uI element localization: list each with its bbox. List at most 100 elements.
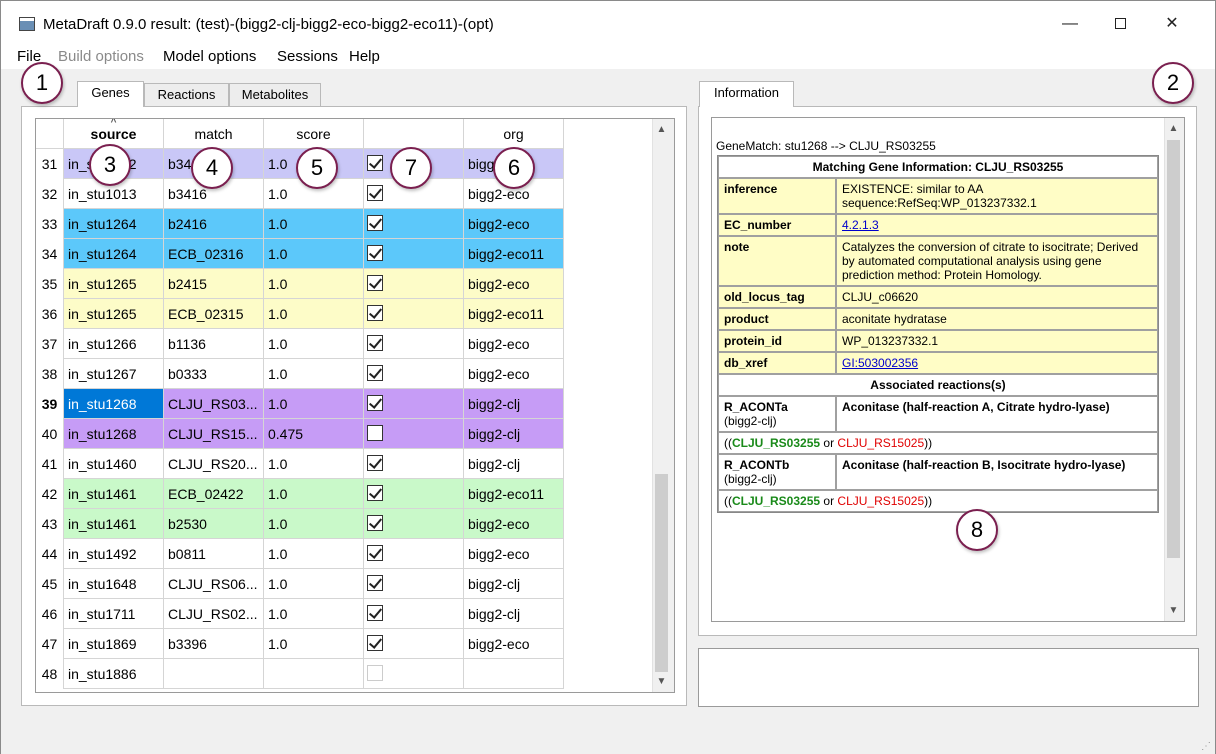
- cell-score[interactable]: 1.0: [264, 329, 364, 359]
- tab-information[interactable]: Information: [699, 81, 794, 107]
- cell-source[interactable]: in_stu1711: [64, 599, 164, 629]
- row-number[interactable]: 35: [36, 269, 64, 299]
- select-checkbox[interactable]: [367, 275, 383, 291]
- cell-source[interactable]: in_stu1886: [64, 659, 164, 689]
- cell-score[interactable]: [264, 659, 364, 689]
- cell-org[interactable]: bigg2-clj: [464, 389, 564, 419]
- row-number[interactable]: 46: [36, 599, 64, 629]
- select-cell[interactable]: [364, 629, 464, 659]
- select-checkbox[interactable]: [367, 185, 383, 201]
- cell-org[interactable]: bigg2-eco: [464, 509, 564, 539]
- row-number[interactable]: 36: [36, 299, 64, 329]
- cell-score[interactable]: 1.0: [264, 449, 364, 479]
- select-checkbox[interactable]: [367, 485, 383, 501]
- select-checkbox[interactable]: [367, 335, 383, 351]
- cell-org[interactable]: bigg2-eco: [464, 359, 564, 389]
- cell-match[interactable]: b2416: [164, 209, 264, 239]
- cell-score[interactable]: 1.0: [264, 509, 364, 539]
- cell-match[interactable]: b3396: [164, 629, 264, 659]
- cell-org[interactable]: bigg2-eco11: [464, 239, 564, 269]
- cell-org[interactable]: bigg2-eco: [464, 539, 564, 569]
- row-number[interactable]: 48: [36, 659, 64, 689]
- select-checkbox[interactable]: [367, 605, 383, 621]
- row-number[interactable]: 37: [36, 329, 64, 359]
- select-cell[interactable]: [364, 569, 464, 599]
- menu-build-options[interactable]: Build options: [58, 48, 144, 65]
- cell-org[interactable]: bigg2-clj: [464, 569, 564, 599]
- select-cell[interactable]: [364, 449, 464, 479]
- cell-score[interactable]: 1.0: [264, 239, 364, 269]
- cell-match[interactable]: CLJU_RS03...: [164, 389, 264, 419]
- select-checkbox[interactable]: [367, 245, 383, 261]
- maximize-button[interactable]: [1097, 9, 1143, 39]
- select-cell[interactable]: [364, 359, 464, 389]
- column-header-org[interactable]: org: [464, 119, 564, 149]
- select-checkbox[interactable]: [367, 635, 383, 651]
- cell-source[interactable]: in_stu1460: [64, 449, 164, 479]
- cell-source[interactable]: in_stu1265: [64, 269, 164, 299]
- select-checkbox[interactable]: [367, 665, 383, 681]
- select-checkbox[interactable]: [367, 575, 383, 591]
- select-cell[interactable]: [364, 599, 464, 629]
- row-number[interactable]: 47: [36, 629, 64, 659]
- cell-source[interactable]: in_stu1461: [64, 509, 164, 539]
- cell-org[interactable]: [464, 659, 564, 689]
- cell-org[interactable]: bigg2-eco11: [464, 299, 564, 329]
- cell-source[interactable]: in_stu1264: [64, 209, 164, 239]
- cell-org[interactable]: bigg2-clj: [464, 449, 564, 479]
- select-cell[interactable]: [364, 419, 464, 449]
- select-cell[interactable]: [364, 659, 464, 689]
- cell-match[interactable]: b1136: [164, 329, 264, 359]
- cell-org[interactable]: bigg2-eco: [464, 209, 564, 239]
- resize-grip-icon[interactable]: ⋰: [1201, 741, 1211, 752]
- cell-score[interactable]: 1.0: [264, 629, 364, 659]
- row-number[interactable]: 38: [36, 359, 64, 389]
- cell-score[interactable]: 1.0: [264, 539, 364, 569]
- cell-source[interactable]: in_stu1869: [64, 629, 164, 659]
- cell-match[interactable]: b2530: [164, 509, 264, 539]
- select-cell[interactable]: [364, 389, 464, 419]
- cell-match[interactable]: CLJU_RS02...: [164, 599, 264, 629]
- select-checkbox[interactable]: [367, 425, 383, 441]
- cell-score[interactable]: 1.0: [264, 269, 364, 299]
- row-number[interactable]: 45: [36, 569, 64, 599]
- row-number[interactable]: 32: [36, 179, 64, 209]
- cell-score[interactable]: 1.0: [264, 389, 364, 419]
- column-header-select[interactable]: [364, 119, 464, 149]
- scroll-up-icon[interactable]: ▲: [653, 121, 670, 138]
- row-number[interactable]: 31: [36, 149, 64, 179]
- row-number[interactable]: 42: [36, 479, 64, 509]
- select-checkbox[interactable]: [367, 215, 383, 231]
- select-cell[interactable]: [364, 329, 464, 359]
- notes-textbox[interactable]: [698, 648, 1199, 707]
- select-checkbox[interactable]: [367, 365, 383, 381]
- select-checkbox[interactable]: [367, 455, 383, 471]
- tab-genes[interactable]: Genes: [77, 81, 144, 107]
- select-cell[interactable]: [364, 299, 464, 329]
- select-cell[interactable]: [364, 209, 464, 239]
- cell-source[interactable]: in_stu1492: [64, 539, 164, 569]
- info-link[interactable]: 4.2.1.3: [842, 218, 879, 232]
- row-number[interactable]: 34: [36, 239, 64, 269]
- cell-match[interactable]: ECB_02315: [164, 299, 264, 329]
- cell-match[interactable]: b0811: [164, 539, 264, 569]
- select-checkbox[interactable]: [367, 545, 383, 561]
- cell-org[interactable]: bigg2-eco: [464, 269, 564, 299]
- cell-source[interactable]: in_stu1648: [64, 569, 164, 599]
- close-button[interactable]: ✕: [1149, 9, 1195, 39]
- cell-match[interactable]: [164, 659, 264, 689]
- scroll-thumb[interactable]: [1167, 140, 1180, 558]
- cell-match[interactable]: ECB_02316: [164, 239, 264, 269]
- cell-source[interactable]: in_stu1265: [64, 299, 164, 329]
- cell-score[interactable]: 1.0: [264, 599, 364, 629]
- cell-match[interactable]: ECB_02422: [164, 479, 264, 509]
- select-cell[interactable]: [364, 509, 464, 539]
- scroll-thumb[interactable]: [655, 474, 668, 672]
- cell-source[interactable]: in_stu1264: [64, 239, 164, 269]
- cell-score[interactable]: 1.0: [264, 569, 364, 599]
- menu-model-options[interactable]: Model options: [163, 48, 256, 65]
- cell-score[interactable]: 1.0: [264, 359, 364, 389]
- cell-match[interactable]: b2415: [164, 269, 264, 299]
- cell-source[interactable]: in_stu1266: [64, 329, 164, 359]
- cell-score[interactable]: 0.475: [264, 419, 364, 449]
